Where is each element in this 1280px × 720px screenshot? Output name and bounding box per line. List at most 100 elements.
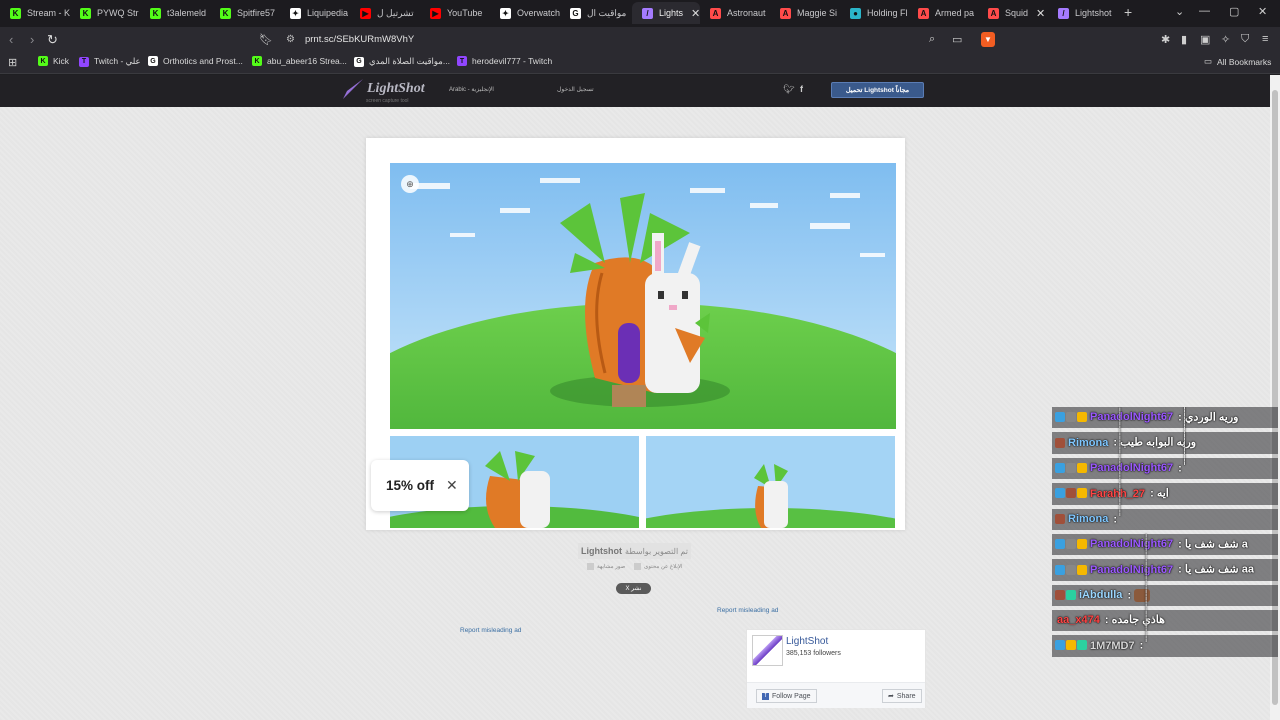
chat-username[interactable]: Rimona <box>1068 437 1108 449</box>
browser-tab[interactable]: A Armed pa <box>908 2 978 24</box>
badge-icon <box>1066 564 1076 575</box>
browser-tab[interactable]: A Astronaut <box>700 2 770 24</box>
tab-label: Liquipedia <box>307 8 349 18</box>
forward-icon[interactable]: › <box>30 32 34 47</box>
back-icon[interactable]: ‹ <box>9 32 13 47</box>
tab-label: Spitfire57 <box>237 8 276 18</box>
chat-badges <box>1055 637 1088 654</box>
extensions-icon[interactable]: ✱ <box>1161 33 1170 46</box>
chat-username[interactable]: PanadolNight67 <box>1090 538 1173 550</box>
tab-label: Lights <box>659 8 684 18</box>
new-tab-button[interactable]: + <box>1124 4 1132 20</box>
browser-tab[interactable]: K PYWQ Str <box>70 2 140 24</box>
follow-label: Follow Page <box>772 692 811 700</box>
bookmark-item[interactable]: Therodevil777 - Twitch <box>457 56 552 66</box>
bookmark-item[interactable]: Kabu_abeer16 Strea... <box>252 56 347 66</box>
fb-share-button[interactable]: ➦ Share <box>882 689 922 703</box>
browser-tab[interactable]: A Maggie Si <box>770 2 840 24</box>
browser-tab[interactable]: K Spitfire57 <box>210 2 280 24</box>
browser-tab[interactable]: / Lights ✕ <box>632 2 700 24</box>
browser-tab[interactable]: ● Holding Fl <box>840 2 910 24</box>
report-ad-link-1[interactable]: Report misleading ad <box>717 607 778 614</box>
lightshot-avatar[interactable] <box>752 635 783 666</box>
close-icon[interactable]: ✕ <box>446 477 458 494</box>
twitter-icon[interactable]: 🐦︎ <box>783 84 794 95</box>
chat-text: وريه الوردي <box>1184 411 1239 424</box>
bookmark-item[interactable]: T Twitch - علي <box>79 56 141 67</box>
share-label: Share <box>896 692 916 700</box>
chat-username[interactable]: 1M7MD7 <box>1090 640 1135 652</box>
sidebar-icon[interactable]: ▮ <box>1181 33 1187 46</box>
close-window-icon[interactable]: ✕ <box>1258 5 1267 18</box>
reload-icon[interactable]: ↻ <box>47 32 58 48</box>
wallet-icon[interactable]: ▣ <box>1200 33 1210 46</box>
browser-tab[interactable]: / Lightshot <box>1048 2 1118 24</box>
badge-icon <box>1055 564 1065 575</box>
bookmark-item[interactable]: K Kick <box>38 56 69 66</box>
bookmark-item[interactable]: G Orthotics and Prost... <box>148 56 243 66</box>
capture-credit[interactable]: Lightshot تم التصوير بواسطة <box>578 543 691 559</box>
browser-tab[interactable]: Kt3alemeld <box>140 2 210 24</box>
similar-image-2[interactable] <box>646 436 895 528</box>
bookmark-icon[interactable]: 🔖︎ <box>259 33 273 46</box>
url-bar[interactable]: ⚙ prnt.sc/SEbKURmW8VhY <box>286 31 414 48</box>
browser-tab[interactable]: ▶ تشرتيل ل <box>350 2 420 24</box>
tab-search-icon[interactable]: ⌄ <box>1175 5 1184 18</box>
credit-brand: Lightshot <box>581 546 623 556</box>
tab-close-icon[interactable]: ✕ <box>1036 7 1045 20</box>
chat-username[interactable]: Rimona <box>1068 513 1108 525</box>
browser-tab[interactable]: ✦ Overwatch <box>490 2 560 24</box>
chat-message: Rimona : ٰٰٰٰٰٰٰٰٰٰٰٰٰٰٰٰٰٰٰٰٰٰٰٰٰٰٰٰٰٰٰ… <box>1052 508 1278 531</box>
brave-shield-icon[interactable]: ▼ <box>981 32 995 47</box>
x-share-button[interactable]: X نشر <box>616 583 651 594</box>
tab-label: Astronaut <box>727 8 766 18</box>
chat-username[interactable]: PanadolNight67 <box>1090 564 1173 576</box>
similar-option[interactable]: صور مشابهة <box>587 563 625 570</box>
language-switch[interactable]: Arabic - الإنجليزية <box>449 86 494 93</box>
chat-username[interactable]: iAbdulla <box>1079 589 1122 601</box>
browser-tab[interactable]: G مواقيت ال <box>560 2 630 24</box>
tab-strip: + ⌄ — ▢ ✕ K Stream - K K PYWQ Str Kt3alemeld… <box>0 0 1280 27</box>
download-button[interactable]: تحميل Lightshot مجاناً <box>831 82 924 98</box>
report-option[interactable]: الإبلاغ عن محتوى <box>634 563 683 570</box>
stream-chat-overlay: PanadolNight67 : وريه الوردي Rimona : وري… <box>1052 407 1278 720</box>
chat-text: شف شف يا aa <box>1184 563 1254 576</box>
site-info-icon[interactable]: ⚙ <box>286 34 295 45</box>
chat-text: وريه البوابه طيب <box>1120 436 1197 449</box>
chat-username[interactable]: PanadolNight67 <box>1090 411 1173 423</box>
bookmark-item[interactable]: G مواقيت الصلاة المدي... <box>354 56 450 67</box>
fb-page-title[interactable]: LightShot <box>786 636 828 647</box>
facebook-icon[interactable]: f <box>800 84 803 94</box>
follow-page-button[interactable]: f Follow Page <box>756 689 817 703</box>
tab-favicon-icon: A <box>780 7 791 19</box>
report-ad-link-2[interactable]: Report misleading ad <box>460 627 521 634</box>
browser-tab[interactable]: A Squid ✕ <box>978 2 1048 24</box>
maximize-icon[interactable]: ▢ <box>1229 5 1239 18</box>
promo-popup[interactable]: 15% off ✕ <box>371 460 469 511</box>
chat-username[interactable]: PanadolNight67 <box>1090 462 1173 474</box>
minimize-icon[interactable]: — <box>1199 5 1210 17</box>
chat-username[interactable]: Farahh_27 <box>1090 488 1145 500</box>
leo-icon[interactable]: ✧ <box>1221 33 1230 46</box>
browser-tab[interactable]: K Stream - K <box>0 2 70 24</box>
login-link[interactable]: تسجيل الدخول <box>557 86 594 93</box>
vpn-icon[interactable]: ⛉ <box>1241 33 1249 46</box>
apps-icon[interactable]: ⊞ <box>8 56 17 69</box>
chat-badges <box>1055 460 1088 477</box>
screenshot-image[interactable]: ⊕ <box>390 163 896 429</box>
all-bookmarks[interactable]: ▭ All Bookmarks <box>1204 56 1271 67</box>
cast-icon[interactable]: ▭ <box>952 33 962 46</box>
badge-icon <box>1055 437 1065 448</box>
browser-tab[interactable]: ✦ Liquipedia <box>280 2 350 24</box>
zoom-in-icon[interactable]: ⊕ <box>401 175 419 193</box>
browser-tab[interactable]: ▶ YouTube <box>420 2 490 24</box>
chat-username[interactable]: aa_x474 <box>1057 614 1100 626</box>
logo-tagline: screen capture tool <box>366 98 409 104</box>
menu-icon[interactable]: ≡ <box>1262 33 1268 45</box>
badge-icon <box>1055 640 1065 651</box>
lightshot-logo[interactable]: LightShot screen capture tool <box>343 79 425 104</box>
tab-close-icon[interactable]: ✕ <box>691 7 700 20</box>
zoom-icon[interactable]: ⌕ <box>929 33 935 46</box>
fb-followers: 385,153 followers <box>786 650 841 657</box>
folder-icon: ▭ <box>1204 56 1213 66</box>
